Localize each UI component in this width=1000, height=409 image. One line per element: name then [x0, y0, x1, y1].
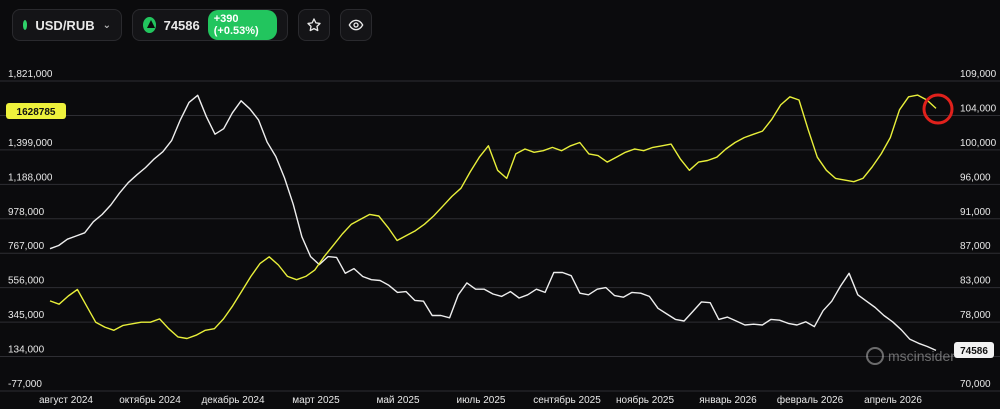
left-tick-label: 978,000	[8, 207, 45, 218]
price-chart: 1,821,0001,610,0001,399,0001,188,000978,…	[0, 69, 1000, 406]
right-last-value: 74586	[960, 346, 988, 357]
right-tick-label: 104,000	[960, 103, 997, 114]
left-value-tag: 1628785	[6, 103, 66, 119]
highlight-marker	[922, 93, 954, 125]
right-axis: 109,000 104,000 100,000 96,000 91,000 87,000 8…	[960, 69, 997, 390]
x-tick-label: январь 2026	[699, 395, 757, 406]
right-tick-label: 96,000	[960, 172, 991, 183]
white-series-line	[49, 94, 937, 352]
watermark-text: mscinsider	[888, 348, 955, 364]
x-tick-label: февраль 2026	[777, 394, 844, 406]
x-tick-label: октябрь 2024	[119, 394, 181, 406]
x-tick-label: март 2025	[292, 395, 340, 406]
left-tick-label: 134,000	[8, 345, 45, 356]
right-tick-label: 100,000	[960, 138, 997, 149]
x-tick-label: июль 2025	[457, 395, 506, 406]
left-tick-label: 345,000	[8, 310, 45, 321]
right-tick-label: 91,000	[960, 207, 991, 218]
right-tick-label: 109,000	[960, 69, 997, 80]
x-tick-label: май 2025	[376, 395, 419, 406]
series-lines	[49, 94, 937, 352]
right-tick-label: 87,000	[960, 241, 991, 252]
yellow-series-line	[49, 94, 937, 340]
right-tick-label: 70,000	[960, 379, 991, 390]
right-tick-label: 78,000	[960, 310, 991, 321]
x-tick-label: декабрь 2024	[201, 394, 265, 406]
right-value-tag: 74586	[954, 342, 994, 358]
grid-lines	[0, 80, 1000, 392]
left-last-value: 1628785	[17, 107, 56, 118]
left-tick-label: 1,399,000	[8, 138, 53, 149]
left-tick-label: -77,000	[8, 379, 42, 390]
right-tick-label: 83,000	[960, 276, 991, 287]
left-tick-label: 556,000	[8, 276, 45, 287]
x-tick-label: август 2024	[39, 395, 93, 406]
x-tick-label: апрель 2026	[864, 395, 922, 406]
x-tick-label: ноябрь 2025	[616, 394, 674, 406]
left-tick-label: 1,188,000	[8, 172, 53, 183]
x-tick-label: сентябрь 2025	[533, 394, 601, 406]
left-tick-label: 767,000	[8, 241, 45, 252]
x-axis: август 2024 октябрь 2024 декабрь 2024 март …	[39, 394, 922, 406]
left-tick-label: 1,821,000	[8, 69, 53, 80]
watermark: mscinsider	[866, 347, 955, 365]
